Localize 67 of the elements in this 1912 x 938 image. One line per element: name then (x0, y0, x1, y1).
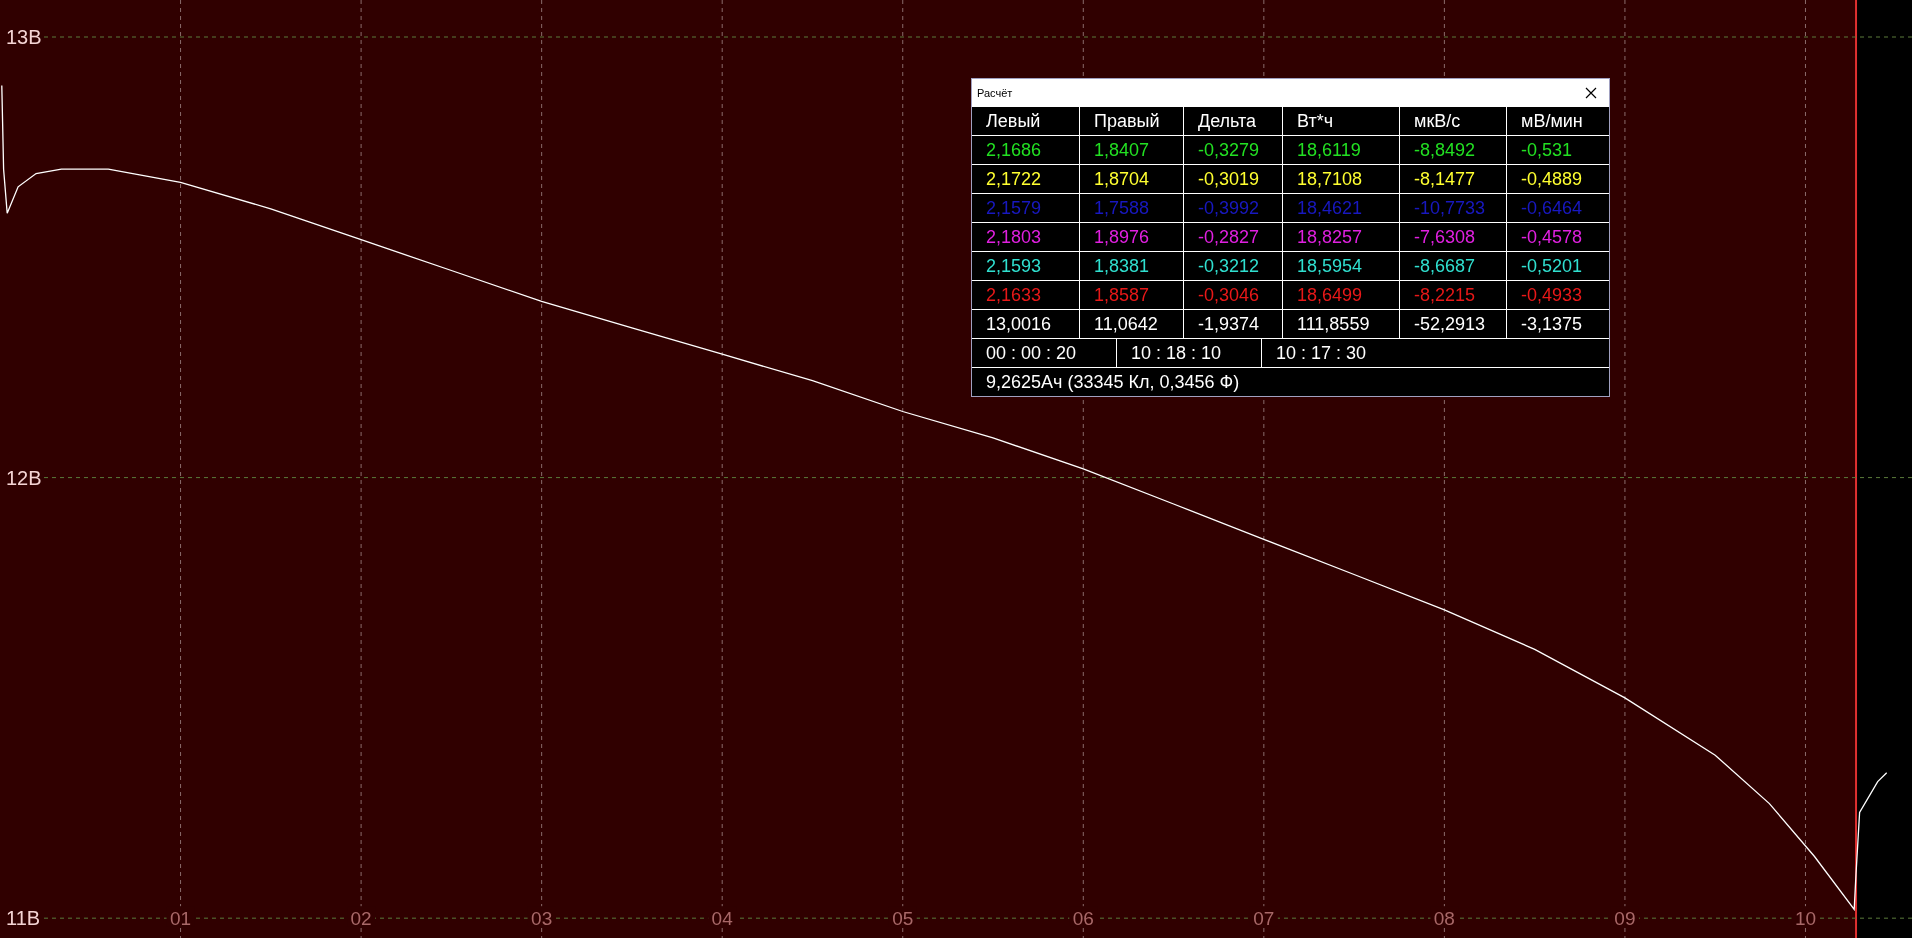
table-cell: 18,6499 (1283, 281, 1400, 310)
axis-label: 02 (350, 908, 372, 930)
table-cell: -0,3019 (1184, 165, 1283, 194)
column-header: Дельта (1184, 107, 1283, 136)
table-cell: 18,6119 (1283, 136, 1400, 165)
table-cell: -0,4933 (1507, 281, 1609, 310)
table-cell: -10,7733 (1400, 194, 1507, 223)
table-cell: -3,1375 (1507, 310, 1609, 339)
table-cell: 2,1803 (972, 223, 1080, 252)
table-cell: 1,8587 (1080, 281, 1184, 310)
table-cell: -0,6464 (1507, 194, 1609, 223)
table-cell: 2,1686 (972, 136, 1080, 165)
column-header: Левый (972, 107, 1080, 136)
close-icon (1585, 86, 1597, 99)
axis-label: 05 (892, 908, 914, 930)
table-cell: -0,3212 (1184, 252, 1283, 281)
table-cell: -7,6308 (1400, 223, 1507, 252)
table-cell: -52,2913 (1400, 310, 1507, 339)
axis-label: 01 (170, 908, 192, 930)
table-cell: -1,9374 (1184, 310, 1283, 339)
table-cell: 2,1579 (972, 194, 1080, 223)
table-cell: 13,0016 (972, 310, 1080, 339)
table-cell: -0,5201 (1507, 252, 1609, 281)
table-cell: -0,3046 (1184, 281, 1283, 310)
summary-text: 9,2625Ач (33345 Кл, 0,3456 Ф) (985, 371, 1241, 394)
table-cell: -8,6687 (1400, 252, 1507, 281)
time-value: 10 : 18 : 10 (1117, 339, 1262, 367)
axis-label: 11В (6, 907, 41, 930)
table-cell: -0,4578 (1507, 223, 1609, 252)
table-cell: 1,8704 (1080, 165, 1184, 194)
axis-label: 12В (6, 466, 42, 489)
time-value: 00 : 00 : 20 (972, 339, 1117, 367)
column-header: Вт*ч (1283, 107, 1400, 136)
window-title: Расчёт (977, 86, 1013, 99)
axis-label: 06 (1072, 908, 1094, 930)
table-cell: 111,8559 (1283, 310, 1400, 339)
table-cell: -0,3279 (1184, 136, 1283, 165)
axis-label: 07 (1253, 908, 1275, 930)
axis-label: 03 (531, 908, 553, 930)
table-cell: 11,0642 (1080, 310, 1184, 339)
table-cell: 18,7108 (1283, 165, 1400, 194)
table-cell: -0,4889 (1507, 165, 1609, 194)
axis-label: 10 (1794, 908, 1817, 930)
axis-label: 09 (1614, 908, 1636, 930)
table-cell: 1,8976 (1080, 223, 1184, 252)
axis-label: 08 (1433, 908, 1455, 930)
table-cell: 1,8381 (1080, 252, 1184, 281)
table-cell: -8,2215 (1400, 281, 1507, 310)
axis-label: 04 (711, 908, 733, 930)
table-cell: 18,5954 (1283, 252, 1400, 281)
axis-label: 13В (6, 26, 42, 48)
column-header: мкВ/с (1400, 107, 1507, 136)
table-cell: 1,8407 (1080, 136, 1184, 165)
time-value: 10 : 17 : 30 (1275, 342, 1368, 365)
table-cell: -8,1477 (1400, 165, 1507, 194)
table-cell: 2,1633 (972, 281, 1080, 310)
column-header: Правый (1080, 107, 1184, 136)
table-cell: 18,8257 (1283, 223, 1400, 252)
table-cell: 2,1722 (972, 165, 1080, 194)
table-cell: 18,4621 (1283, 194, 1400, 223)
table-cell: -0,531 (1507, 136, 1609, 165)
column-header: мВ/мин (1507, 107, 1609, 136)
table-cell: -0,2827 (1184, 223, 1283, 252)
table-cell: -8,8492 (1400, 136, 1507, 165)
table-cell: 2,1593 (972, 252, 1080, 281)
table-cell: -0,3992 (1184, 194, 1283, 223)
table-cell: 1,7588 (1080, 194, 1184, 223)
